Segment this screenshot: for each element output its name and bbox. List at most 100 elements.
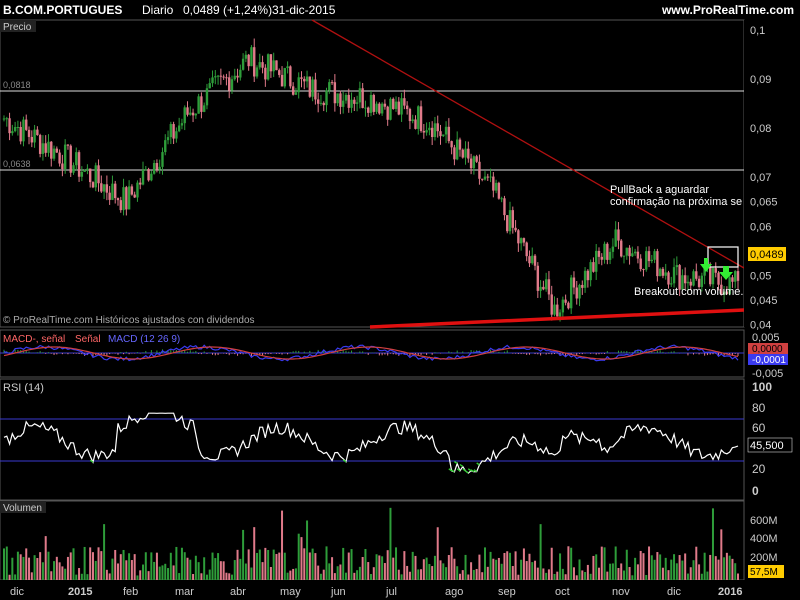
- volume-bar: [517, 574, 520, 580]
- volume-bar: [728, 555, 731, 580]
- candle-body: [38, 135, 42, 154]
- volume-bar: [609, 563, 612, 580]
- candle-body: [658, 268, 662, 277]
- candle-body: [408, 109, 412, 122]
- candle-body: [258, 62, 261, 68]
- candle-body: [86, 168, 89, 171]
- price-axis: 0,10,090,080,070,0650,060,0550,050,0450,…: [744, 20, 800, 332]
- candle-body: [319, 102, 323, 104]
- volume-bar: [737, 573, 739, 580]
- chart-canvas: Precio 0,0818 0,0638 PullBack a aguardar…: [0, 19, 800, 600]
- candle-body: [77, 152, 81, 177]
- volume-bar: [636, 564, 639, 580]
- volume-bar: [689, 567, 692, 580]
- candle-body: [364, 107, 367, 109]
- candle-body: [683, 275, 687, 284]
- candle-body: [656, 251, 659, 277]
- candle-body: [578, 284, 581, 299]
- volume-bar: [128, 553, 131, 580]
- candle-body: [369, 94, 373, 113]
- volume-bar: [458, 573, 461, 580]
- candle-body: [731, 277, 734, 282]
- candle-body: [620, 240, 623, 257]
- volume-bar: [383, 563, 386, 580]
- candle-body: [558, 312, 562, 317]
- candle-body: [333, 82, 337, 104]
- candle-body: [286, 66, 289, 69]
- candle-body: [219, 75, 223, 77]
- volume-bar: [614, 546, 617, 580]
- candle-body: [314, 79, 317, 100]
- volume-bar: [442, 563, 445, 580]
- volume-bar: [536, 567, 539, 580]
- candle-body: [13, 127, 17, 132]
- candle-body: [436, 123, 439, 132]
- candle-body: [664, 272, 667, 276]
- candle-body: [205, 88, 209, 106]
- volume-bar: [147, 571, 150, 580]
- candle-body: [617, 229, 620, 241]
- volume-bar: [370, 574, 372, 580]
- volume-bar: [311, 548, 314, 580]
- candle-body: [542, 286, 545, 290]
- volume-bar: [428, 563, 431, 580]
- candle-body: [102, 184, 106, 192]
- candle-body: [72, 165, 75, 173]
- volume-bar: [192, 574, 195, 580]
- candle-body: [236, 75, 239, 78]
- volume-bar: [217, 553, 220, 580]
- volume-bar: [492, 558, 495, 580]
- candle-body: [225, 77, 228, 79]
- macd-label-1: MACD-, señal: [3, 334, 65, 345]
- candle-body: [397, 101, 401, 115]
- volume-bar: [219, 561, 222, 580]
- volume-bar: [16, 551, 19, 580]
- candle-body: [417, 106, 420, 129]
- volume-bar: [547, 569, 550, 580]
- volume-bar: [239, 558, 242, 580]
- candle-body: [261, 62, 264, 68]
- volume-bar: [509, 552, 512, 580]
- volume-bar: [378, 555, 381, 580]
- candle-body: [11, 131, 14, 134]
- candle-body: [544, 279, 548, 290]
- volume-bar: [139, 570, 142, 580]
- volume-bar: [108, 573, 111, 580]
- candle-body: [55, 148, 59, 153]
- volume-bar: [572, 567, 575, 580]
- candle-body: [650, 259, 654, 262]
- candle-body: [450, 141, 453, 148]
- candle-body: [150, 173, 153, 181]
- volume-bar: [78, 568, 81, 580]
- candle-body: [633, 251, 637, 254]
- candle-body: [372, 94, 375, 112]
- volume-bar: [50, 571, 53, 580]
- volume-bar: [692, 560, 695, 580]
- volume-bar: [8, 574, 11, 580]
- volume-bar: [714, 556, 717, 580]
- candle-body: [152, 163, 156, 174]
- candle-body: [339, 93, 342, 107]
- candle-body: [411, 119, 414, 122]
- candle-body: [422, 130, 426, 133]
- candle-body: [61, 163, 64, 170]
- candle-body: [133, 194, 136, 198]
- volume-bar: [698, 564, 701, 580]
- volume-bar: [703, 552, 706, 580]
- volume-bar: [361, 556, 364, 580]
- volume-bar: [25, 548, 28, 580]
- volume-bar: [445, 567, 448, 580]
- macd-panel: MACD-, señal Señal MACD (12 26 9): [0, 329, 745, 378]
- volume-bar: [695, 546, 698, 580]
- volume-bar: [542, 568, 545, 580]
- candle-body: [83, 170, 86, 172]
- volume-bar: [522, 548, 525, 580]
- volume-bar: [400, 574, 403, 580]
- candle-body: [247, 54, 250, 67]
- candle-body: [114, 183, 117, 199]
- candle-body: [389, 98, 392, 120]
- volume-bar: [556, 571, 559, 580]
- volume-bar: [244, 563, 247, 580]
- candle-body: [119, 200, 122, 211]
- volume-bar: [178, 573, 181, 580]
